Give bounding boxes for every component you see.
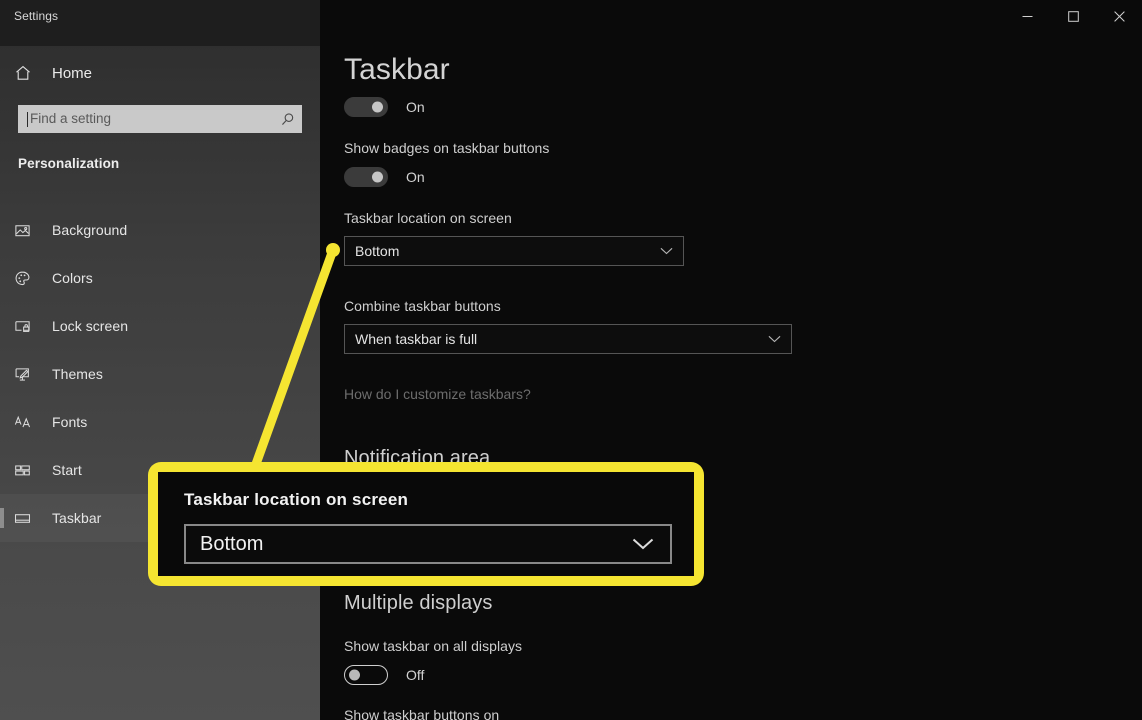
sidebar-item-home[interactable]: Home	[0, 58, 320, 88]
toggle-knob	[372, 171, 383, 183]
show-on-all-displays-toggle[interactable]	[344, 665, 388, 685]
show-on-all-displays-label: Show taskbar on all displays	[344, 638, 523, 654]
sidebar-item-lock-screen[interactable]: Lock screen	[0, 302, 320, 350]
combine-buttons-dropdown[interactable]: When taskbar is full	[344, 324, 792, 354]
search-icon[interactable]	[272, 112, 302, 127]
sidebar-item-themes[interactable]: Themes	[0, 350, 320, 398]
sidebar-item-label: Themes	[52, 366, 103, 382]
callout-label: Taskbar location on screen	[184, 490, 409, 509]
main-content: Taskbar On Show badges on taskbar button…	[320, 0, 1142, 720]
window-controls	[1004, 0, 1142, 32]
title-bar: Settings	[0, 0, 1142, 32]
callout-dropdown[interactable]: Bottom	[184, 524, 672, 564]
chevron-down-icon	[768, 335, 781, 344]
page-title: Taskbar	[344, 53, 450, 86]
sidebar-item-label: Start	[52, 462, 82, 478]
sidebar-item-background[interactable]: Background	[0, 206, 320, 254]
toggle-state-label: On	[406, 169, 425, 185]
combine-buttons-label: Combine taskbar buttons	[344, 298, 501, 314]
sidebar-home-label: Home	[52, 64, 93, 82]
taskbar-location-label: Taskbar location on screen	[344, 210, 512, 226]
close-button[interactable]	[1096, 0, 1142, 32]
sidebar-item-label: Background	[52, 222, 128, 238]
sidebar-category-label: Personalization	[18, 156, 120, 171]
show-on-all-displays-toggle-row[interactable]: Off	[344, 665, 424, 685]
image-icon	[14, 222, 48, 239]
fonts-icon	[14, 414, 48, 431]
callout-dropdown-value: Bottom	[200, 532, 264, 555]
toggle-knob	[349, 669, 360, 681]
sidebar: Home Personalization	[0, 0, 320, 720]
lock-taskbar-toggle-row[interactable]: On	[344, 97, 425, 117]
toggle-state-label: On	[406, 99, 425, 115]
dropdown-value: When taskbar is full	[355, 331, 478, 347]
sidebar-item-colors[interactable]: Colors	[0, 254, 320, 302]
callout-inner: Taskbar location on screen Bottom	[158, 472, 694, 576]
multiple-displays-heading: Multiple displays	[344, 592, 493, 614]
show-badges-toggle[interactable]	[344, 167, 388, 187]
customize-taskbars-link[interactable]: How do I customize taskbars?	[344, 386, 531, 402]
sidebar-item-label: Lock screen	[52, 318, 129, 334]
show-taskbar-buttons-on-label: Show taskbar buttons on	[344, 707, 500, 720]
sidebar-item-label: Taskbar	[52, 510, 102, 526]
search-input[interactable]	[28, 106, 272, 132]
lock-screen-icon	[14, 318, 48, 335]
highlight-callout: Taskbar location on screen Bottom	[148, 462, 704, 586]
themes-icon	[14, 366, 48, 383]
sidebar-item-fonts[interactable]: Fonts	[0, 398, 320, 446]
show-badges-label: Show badges on taskbar buttons	[344, 140, 550, 156]
minimize-icon	[1022, 11, 1033, 22]
search-box[interactable]	[18, 105, 302, 133]
maximize-button[interactable]	[1050, 0, 1096, 32]
sidebar-item-label: Colors	[52, 270, 93, 286]
show-badges-toggle-row[interactable]: On	[344, 167, 425, 187]
palette-icon	[14, 270, 48, 287]
close-icon	[1113, 10, 1125, 22]
chevron-down-icon	[632, 538, 654, 551]
dropdown-value: Bottom	[355, 243, 400, 259]
start-tiles-icon	[14, 462, 48, 479]
lock-taskbar-toggle[interactable]	[344, 97, 388, 117]
window-title: Settings	[14, 9, 59, 23]
sidebar-item-label: Fonts	[52, 414, 88, 430]
minimize-button[interactable]	[1004, 0, 1050, 32]
settings-window: Home Personalization	[0, 0, 1142, 720]
taskbar-location-dropdown[interactable]: Bottom	[344, 236, 684, 266]
toggle-state-label: Off	[406, 667, 425, 683]
toggle-knob	[372, 101, 383, 113]
chevron-down-icon	[660, 247, 673, 256]
home-icon	[14, 64, 48, 82]
taskbar-icon	[14, 510, 48, 527]
maximize-icon	[1067, 10, 1079, 22]
